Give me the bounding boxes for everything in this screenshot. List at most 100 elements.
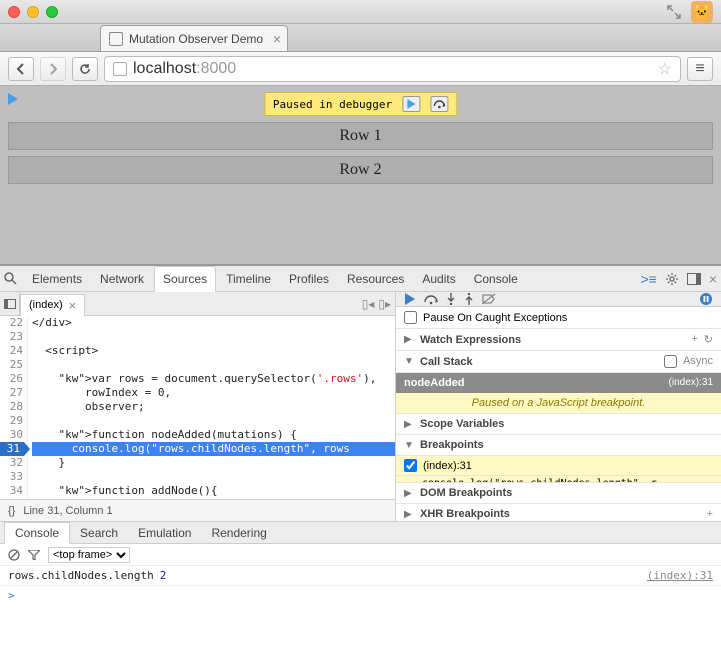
extension-icon[interactable]: 🐱 [691, 1, 713, 23]
resume-script-button[interactable] [404, 293, 416, 305]
xhr-bp-label: XHR Breakpoints [420, 508, 510, 520]
callstack-section[interactable]: ▼ Call Stack Async [396, 351, 721, 373]
devtools-tabbar: Elements Network Sources Timeline Profil… [0, 266, 721, 292]
deactivate-breakpoints-icon[interactable] [482, 293, 496, 305]
chevron-right-icon: ▶ [404, 509, 414, 520]
console-toolbar: <top frame> [0, 544, 721, 566]
frame-selector[interactable]: <top frame> [48, 547, 130, 563]
log-message: rows.childNodes.length [8, 569, 154, 582]
log-value: 2 [160, 569, 167, 582]
braces-icon[interactable]: {} [8, 505, 15, 517]
frame-name: nodeAdded [404, 377, 465, 389]
dock-side-icon[interactable] [687, 273, 701, 285]
add-xhr-bp-icon[interactable]: + [707, 508, 713, 520]
log-source-link[interactable]: (index):31 [647, 569, 713, 582]
async-label: Async [683, 355, 713, 368]
drawer-tab-emulation[interactable]: Emulation [128, 523, 201, 543]
breakpoints-section[interactable]: ▼ Breakpoints [396, 435, 721, 456]
watch-section[interactable]: ▶ Watch Expressions +↻ [396, 329, 721, 351]
zoom-window-button[interactable] [46, 6, 58, 18]
page-row: Row 1 [8, 122, 713, 150]
callstack-frame[interactable]: nodeAdded (index):31 [396, 373, 721, 393]
debugger-toolbar [396, 292, 721, 307]
editor-status-bar: {} Line 31, Column 1 [0, 499, 395, 521]
resume-overlay-icon[interactable] [6, 92, 20, 106]
step-over-icon[interactable] [424, 294, 438, 305]
history-back-icon[interactable]: ▯◂ [362, 297, 375, 311]
close-tab-button[interactable]: × [273, 31, 281, 47]
inspect-icon[interactable] [4, 272, 22, 285]
breakpoint-location: (index):31 [423, 460, 472, 472]
page-rows: Row 1 Row 2 [8, 122, 713, 184]
console-prompt[interactable]: > [0, 586, 721, 605]
devtools-tab-audits[interactable]: Audits [414, 267, 463, 291]
devtools: Elements Network Sources Timeline Profil… [0, 264, 721, 646]
devtools-tab-elements[interactable]: Elements [24, 267, 90, 291]
resume-button[interactable] [402, 96, 420, 112]
pause-exceptions-icon[interactable] [699, 292, 713, 306]
code-content[interactable]: </div> <script> "kw">var rows = document… [28, 316, 395, 499]
async-checkbox[interactable] [664, 355, 677, 368]
settings-gear-icon[interactable] [665, 272, 679, 286]
code-editor[interactable]: 22232425262728293031323334353637 </div> … [0, 316, 395, 499]
forward-button[interactable] [40, 57, 66, 81]
devtools-close-icon[interactable]: × [709, 271, 717, 287]
console-log-line[interactable]: rows.childNodes.length 2 (index):31 [0, 566, 721, 586]
clear-console-icon[interactable] [8, 549, 20, 561]
add-watch-icon[interactable]: + [691, 333, 697, 346]
chrome-menu-button[interactable]: ≡ [687, 57, 713, 81]
dom-bp-label: DOM Breakpoints [420, 487, 512, 499]
devtools-tab-profiles[interactable]: Profiles [281, 267, 337, 291]
debugger-message: Paused in debugger [273, 98, 392, 111]
drawer-tab-rendering[interactable]: Rendering [201, 523, 276, 543]
line-gutter[interactable]: 22232425262728293031323334353637 [0, 316, 28, 499]
pause-on-caught-checkbox[interactable] [404, 311, 417, 324]
paused-reason: Paused on a JavaScript breakpoint. [396, 393, 721, 414]
pause-on-caught-label: Pause On Caught Exceptions [423, 312, 567, 324]
page-icon [113, 62, 127, 76]
breakpoint-checkbox[interactable] [404, 459, 417, 472]
drawer-tab-search[interactable]: Search [70, 523, 128, 543]
devtools-tab-timeline[interactable]: Timeline [218, 267, 279, 291]
reload-button[interactable] [72, 57, 98, 81]
step-over-button[interactable] [430, 96, 448, 112]
devtools-tab-network[interactable]: Network [92, 267, 152, 291]
refresh-watch-icon[interactable]: ↻ [704, 333, 713, 346]
callstack-label: Call Stack [420, 356, 473, 368]
source-file-tab[interactable]: (index) × [20, 294, 85, 316]
sources-panel: (index) × ▯◂ ▯▸ 222324252627282930313233… [0, 292, 396, 521]
favicon-icon [109, 32, 123, 46]
close-file-tab-icon[interactable]: × [69, 298, 77, 313]
step-out-icon[interactable] [464, 293, 474, 305]
filter-icon[interactable] [28, 550, 40, 560]
drawer-tab-console[interactable]: Console [4, 522, 70, 544]
history-fwd-icon[interactable]: ▯▸ [378, 297, 391, 311]
browser-tab[interactable]: Mutation Observer Demo × [100, 25, 288, 51]
cursor-position: Line 31, Column 1 [23, 505, 112, 517]
source-file-name: (index) [29, 299, 63, 311]
scope-section[interactable]: ▶ Scope Variables [396, 414, 721, 435]
window-titlebar: 🐱 [0, 0, 721, 24]
page-viewport: Paused in debugger Row 1 Row 2 [0, 86, 721, 264]
debugger-sidebar: Pause On Caught Exceptions ▶ Watch Expre… [396, 292, 721, 521]
address-bar[interactable]: localhost:8000 ☆ [104, 56, 681, 82]
devtools-tab-sources[interactable]: Sources [154, 266, 216, 292]
toggle-drawer-icon[interactable]: >≡ [640, 271, 656, 287]
browser-tabstrip: Mutation Observer Demo × [0, 24, 721, 52]
chevron-right-icon: ▶ [404, 419, 414, 430]
show-navigator-icon[interactable] [0, 292, 20, 315]
console-drawer: <top frame> rows.childNodes.length 2 (in… [0, 544, 721, 644]
url-text: localhost:8000 [133, 60, 236, 78]
back-button[interactable] [8, 57, 34, 81]
breakpoint-item[interactable]: (index):31 [396, 456, 721, 476]
step-into-icon[interactable] [446, 293, 456, 305]
close-window-button[interactable] [8, 6, 20, 18]
devtools-tab-console[interactable]: Console [466, 267, 526, 291]
devtools-tab-resources[interactable]: Resources [339, 267, 412, 291]
minimize-window-button[interactable] [27, 6, 39, 18]
dom-breakpoints-section[interactable]: ▶ DOM Breakpoints [396, 483, 721, 504]
fullscreen-icon[interactable] [667, 5, 681, 19]
bookmark-star-icon[interactable]: ☆ [658, 59, 672, 79]
pause-on-caught-row[interactable]: Pause On Caught Exceptions [396, 307, 721, 329]
tab-title: Mutation Observer Demo [129, 32, 263, 46]
